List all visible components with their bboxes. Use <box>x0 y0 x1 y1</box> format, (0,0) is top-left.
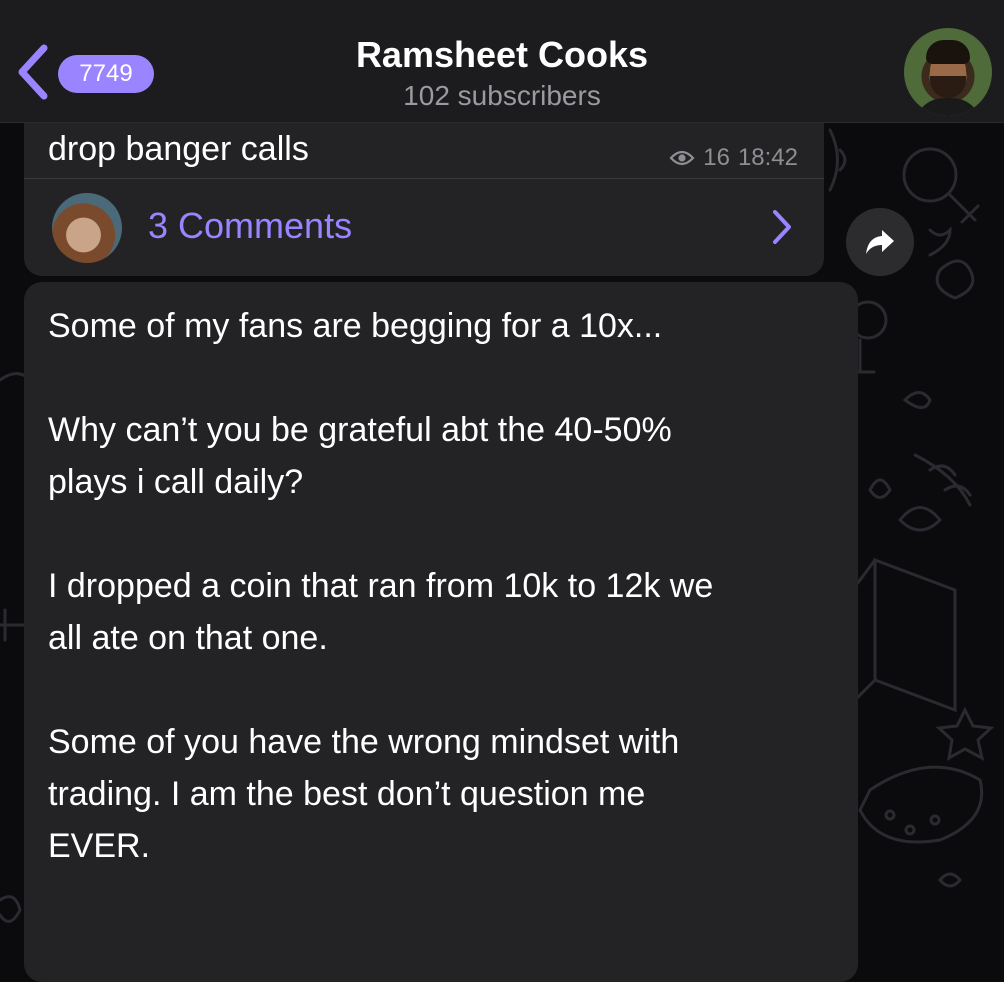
message-time: 18:42 <box>737 144 798 171</box>
avatar-beard <box>930 76 966 98</box>
eye-icon <box>669 150 695 166</box>
view-count: 16 <box>703 144 730 171</box>
channel-avatar[interactable] <box>904 28 992 116</box>
avatar-hair <box>926 40 970 64</box>
channel-title[interactable]: Ramsheet Cooks <box>0 34 1004 76</box>
message-text: drop banger calls <box>48 130 309 168</box>
message-meta: 16 18:42 <box>669 144 798 172</box>
message-bubble[interactable]: drop banger calls 16 18:42 3 Comments <box>24 100 824 276</box>
share-button[interactable] <box>846 208 914 276</box>
comments-button[interactable]: 3 Comments <box>24 179 824 276</box>
comments-label: 3 Comments <box>148 205 353 246</box>
chevron-right-icon <box>773 210 791 244</box>
commenter-avatar <box>52 193 122 263</box>
subscriber-count: 102 subscribers <box>403 80 601 111</box>
avatar-shirt <box>914 98 982 116</box>
share-arrow-icon <box>866 230 894 254</box>
channel-header: 7749 Ramsheet Cooks 102 subscribers <box>0 0 1004 123</box>
message-text: Some of my fans are begging for a 10x...… <box>48 307 714 865</box>
message-bubble[interactable]: Some of my fans are begging for a 10x...… <box>24 282 858 982</box>
